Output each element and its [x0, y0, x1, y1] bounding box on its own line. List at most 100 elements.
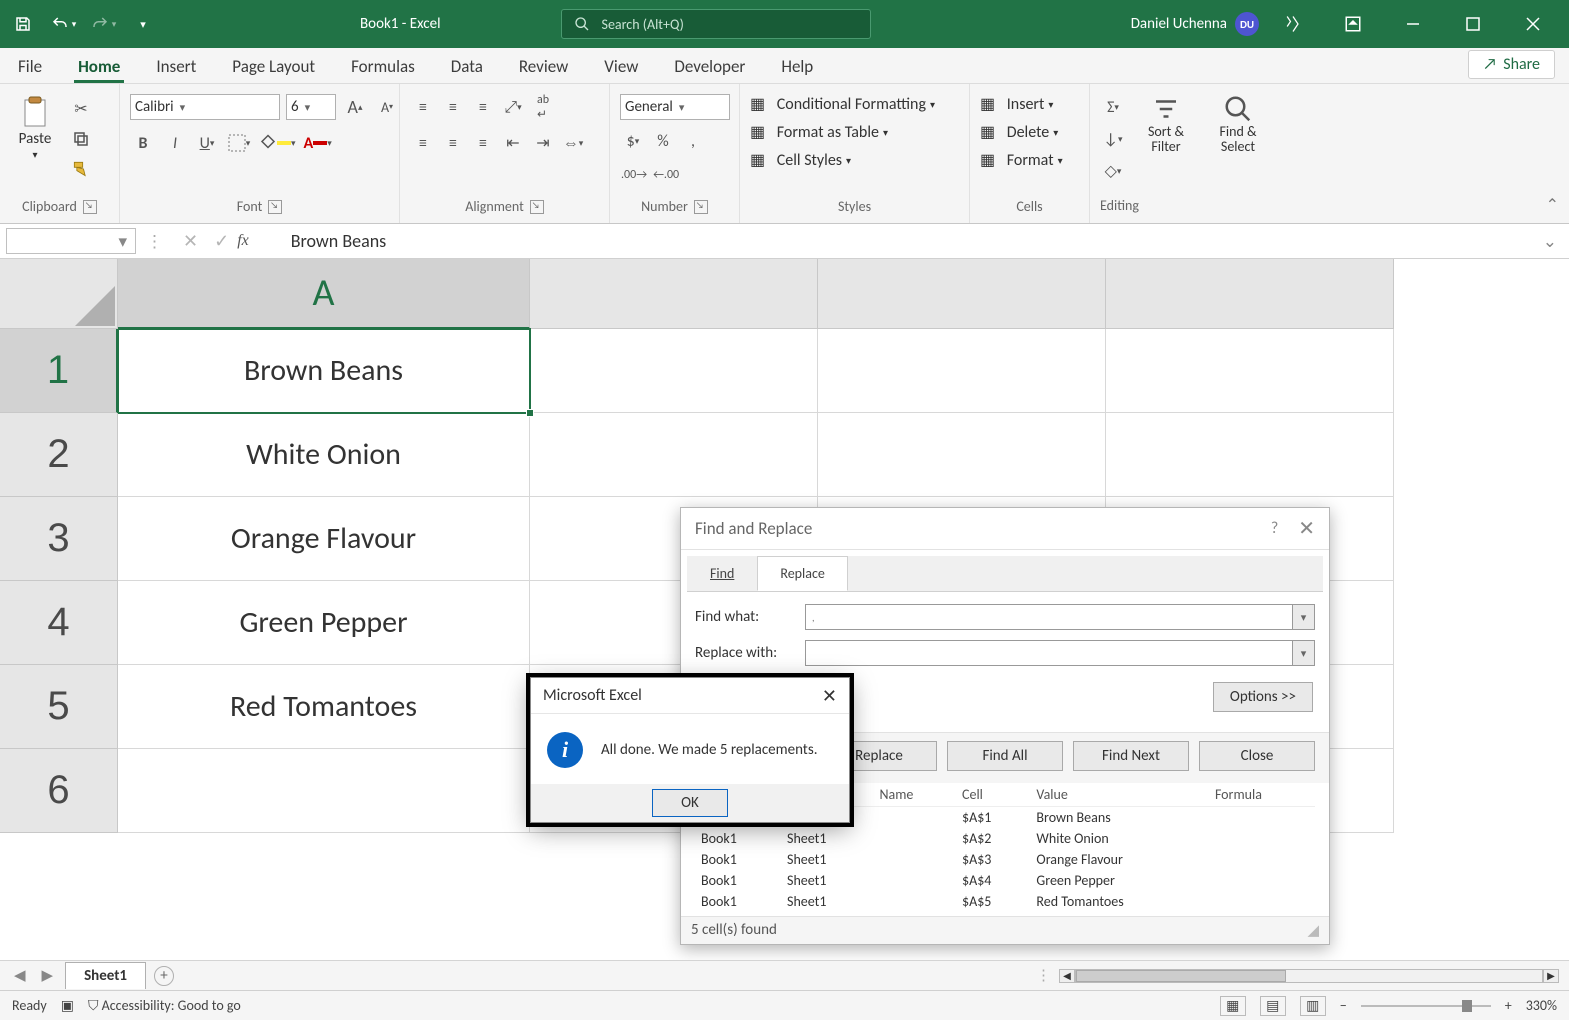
- tab-developer[interactable]: Developer: [670, 50, 749, 83]
- user-account[interactable]: Daniel Uchenna DU: [1131, 12, 1259, 36]
- cell-A5[interactable]: Red Tomantoes: [118, 665, 530, 749]
- clipboard-launcher[interactable]: [83, 200, 97, 214]
- delete-cells-button[interactable]: ▦ Delete ▾: [980, 122, 1063, 142]
- help-icon[interactable]: ?: [1271, 519, 1278, 538]
- column-header-C[interactable]: [818, 259, 1106, 329]
- conditional-formatting-button[interactable]: ▦ Conditional Formatting ▾: [750, 94, 935, 114]
- maximize-icon[interactable]: [1447, 1, 1499, 47]
- collapse-ribbon-icon[interactable]: ⌃: [1546, 195, 1559, 215]
- scroll-thumb[interactable]: [1076, 970, 1286, 982]
- cell-A4[interactable]: Green Pepper: [118, 581, 530, 665]
- tab-home[interactable]: Home: [74, 50, 124, 83]
- select-all-corner[interactable]: [0, 259, 118, 329]
- horizontal-scrollbar[interactable]: ◀ ▶: [1059, 969, 1559, 983]
- tab-formulas[interactable]: Formulas: [347, 50, 419, 83]
- tab-review[interactable]: Review: [515, 50, 572, 83]
- table-row[interactable]: Book1Sheet1$A$2White Onion: [695, 828, 1315, 849]
- col-formula[interactable]: Formula: [1209, 783, 1315, 807]
- accessibility-status[interactable]: ⛉ Accessibility: Good to go: [88, 997, 241, 1014]
- font-name-combo[interactable]: Calibri▾: [130, 94, 280, 120]
- formula-value[interactable]: Brown Beans: [261, 230, 386, 252]
- alignment-launcher[interactable]: [530, 200, 544, 214]
- minimize-icon[interactable]: [1387, 1, 1439, 47]
- cell[interactable]: [818, 329, 1106, 413]
- format-painter-icon[interactable]: [68, 156, 94, 182]
- comma-icon[interactable]: ,: [680, 128, 706, 154]
- column-header-B[interactable]: [530, 259, 818, 329]
- row-header-2[interactable]: 2: [0, 413, 118, 497]
- macro-record-icon[interactable]: ▣: [61, 997, 74, 1014]
- tab-replace[interactable]: Replace: [757, 556, 847, 591]
- decrease-decimal-icon[interactable]: ←.00: [652, 162, 680, 188]
- mic-icon[interactable]: [1267, 1, 1319, 47]
- tab-view[interactable]: View: [600, 50, 642, 83]
- tab-find[interactable]: Find: [687, 556, 757, 591]
- cell[interactable]: [1106, 329, 1394, 413]
- tab-insert[interactable]: Insert: [152, 50, 200, 83]
- find-select-button[interactable]: Find & Select: [1206, 94, 1270, 155]
- scroll-right-icon[interactable]: ▶: [1543, 969, 1559, 983]
- col-name[interactable]: Name: [873, 783, 956, 807]
- find-all-button[interactable]: Find All: [947, 741, 1063, 771]
- copy-icon[interactable]: [68, 126, 94, 152]
- row-header-1[interactable]: 1: [0, 329, 118, 413]
- clear-icon[interactable]: ◇▾: [1100, 158, 1126, 184]
- page-break-view-icon[interactable]: ▥: [1300, 996, 1326, 1016]
- close-icon[interactable]: [1507, 1, 1559, 47]
- replace-with-input[interactable]: [805, 640, 1293, 666]
- insert-cells-button[interactable]: ▦ Insert ▾: [980, 94, 1063, 114]
- row-header-3[interactable]: 3: [0, 497, 118, 581]
- format-as-table-button[interactable]: ▦ Format as Table ▾: [750, 122, 935, 142]
- sheet-tab[interactable]: Sheet1: [65, 962, 146, 989]
- find-next-button[interactable]: Find Next: [1073, 741, 1189, 771]
- decrease-font-icon[interactable]: A▾: [374, 94, 400, 120]
- underline-button[interactable]: U▾: [194, 130, 220, 156]
- cell[interactable]: [818, 413, 1106, 497]
- zoom-out-icon[interactable]: −: [1340, 997, 1347, 1014]
- add-sheet-button[interactable]: +: [154, 966, 174, 986]
- cell[interactable]: [1106, 413, 1394, 497]
- tab-file[interactable]: File: [14, 50, 46, 83]
- find-dropdown-icon[interactable]: ▾: [1293, 604, 1315, 630]
- decrease-indent-icon[interactable]: ⇤: [500, 130, 526, 156]
- page-layout-view-icon[interactable]: ▤: [1260, 996, 1286, 1016]
- column-header-D[interactable]: [1106, 259, 1394, 329]
- undo-icon[interactable]: ▾: [46, 8, 80, 40]
- cell-A2[interactable]: White Onion: [118, 413, 530, 497]
- cut-icon[interactable]: ✂: [68, 96, 94, 122]
- replace-dropdown-icon[interactable]: ▾: [1293, 640, 1315, 666]
- cell-A6[interactable]: [118, 749, 530, 833]
- table-row[interactable]: Book1Sheet1$A$5Red Tomantoes: [695, 891, 1315, 912]
- align-middle-icon[interactable]: ≡: [440, 94, 466, 120]
- scroll-left-icon[interactable]: ◀: [1059, 969, 1075, 983]
- qat-customize-icon[interactable]: ▾: [126, 8, 160, 40]
- font-launcher[interactable]: [268, 200, 282, 214]
- redo-icon[interactable]: ▾: [86, 8, 120, 40]
- worksheet[interactable]: A 1 Brown Beans 2 White Onion 3 Orange F…: [0, 259, 1569, 960]
- sort-filter-button[interactable]: Sort & Filter: [1134, 94, 1198, 155]
- msgbox-close-icon[interactable]: ✕: [822, 685, 837, 707]
- merge-center-icon[interactable]: ⇔▾: [560, 130, 586, 156]
- align-right-icon[interactable]: ≡: [470, 130, 496, 156]
- resize-grip-icon[interactable]: ◢: [1307, 921, 1319, 940]
- align-bottom-icon[interactable]: ≡: [470, 94, 496, 120]
- name-box[interactable]: ▾: [6, 228, 136, 254]
- number-launcher[interactable]: [694, 200, 708, 214]
- cell-A1[interactable]: Brown Beans: [118, 329, 530, 413]
- close-dialog-icon[interactable]: ✕: [1298, 516, 1315, 541]
- close-button[interactable]: Close: [1199, 741, 1315, 771]
- increase-indent-icon[interactable]: ⇥: [530, 130, 556, 156]
- cell[interactable]: [530, 329, 818, 413]
- bold-button[interactable]: B: [130, 130, 156, 156]
- zoom-level[interactable]: 330%: [1526, 997, 1557, 1014]
- orientation-icon[interactable]: ⤢▾: [500, 94, 526, 120]
- font-color-button[interactable]: A▾: [303, 130, 333, 156]
- row-header-6[interactable]: 6: [0, 749, 118, 833]
- tab-page-layout[interactable]: Page Layout: [228, 50, 319, 83]
- options-button[interactable]: Options >>: [1213, 682, 1313, 712]
- table-row[interactable]: Book1Sheet1$A$3Orange Flavour: [695, 849, 1315, 870]
- tab-help[interactable]: Help: [777, 50, 817, 83]
- enter-icon[interactable]: ✓: [214, 230, 229, 252]
- font-size-combo[interactable]: 6▾: [286, 94, 336, 120]
- autosum-icon[interactable]: Σ▾: [1100, 94, 1126, 120]
